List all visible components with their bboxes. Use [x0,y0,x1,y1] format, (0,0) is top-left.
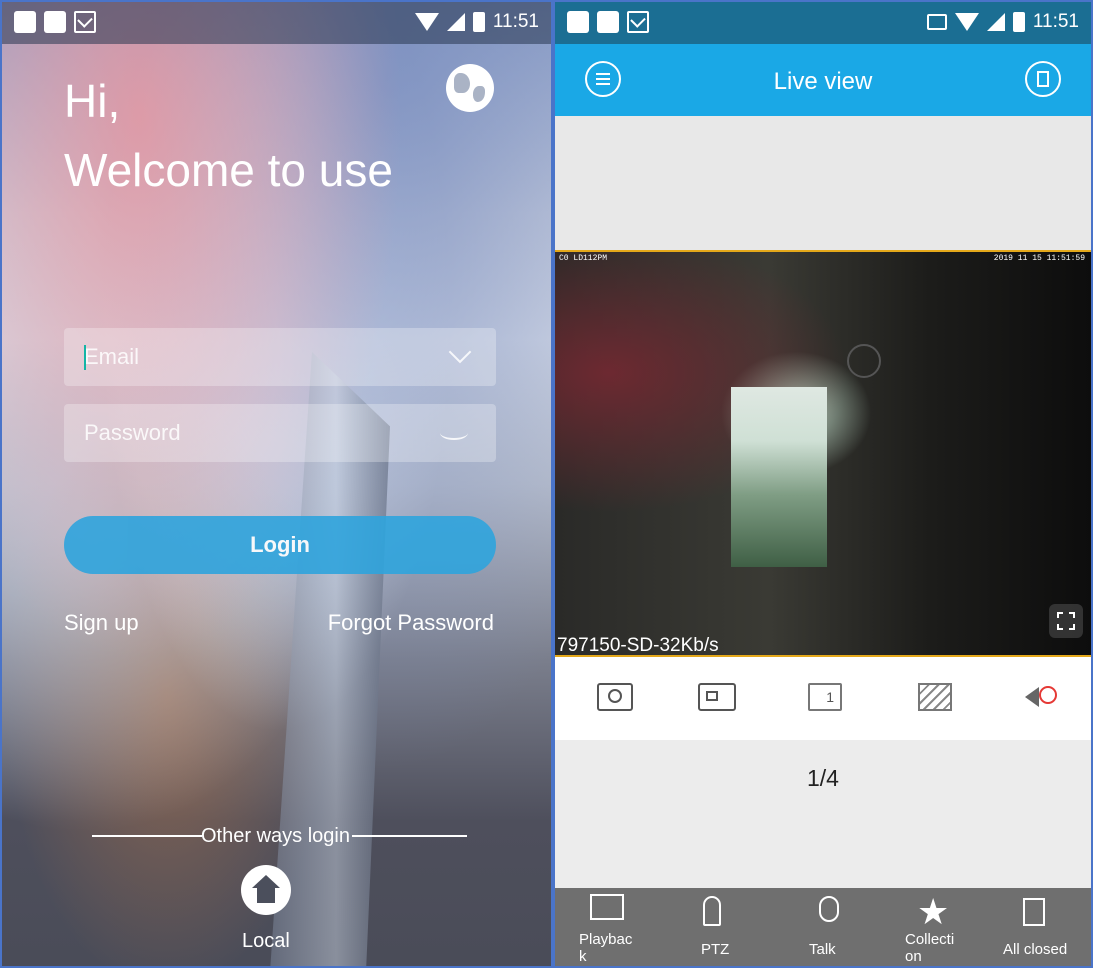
cast-icon [926,14,947,30]
wifi-icon [414,13,439,31]
text-cursor [84,345,86,370]
star-icon: ★ [917,891,950,932]
notification-icons [567,11,649,33]
record-icon[interactable] [698,683,736,711]
system-icons: 11:51 [414,11,539,33]
close-all-icon [1023,898,1045,926]
battery-icon [1012,12,1025,32]
nav-all-closed[interactable]: All closed [993,888,1091,966]
split-screen-icon[interactable]: 1 [808,683,842,711]
split-number: 1 [826,689,834,705]
nav-ptz-label: PTZ [701,941,730,958]
empty-area [555,116,1091,250]
channel-area [555,740,1091,888]
window-in-feed [731,387,827,567]
home-icon[interactable] [241,865,291,915]
notification-square-icon [597,11,619,33]
device-list-icon[interactable] [1025,61,1061,97]
list-box [1037,71,1049,87]
quality-icon[interactable] [918,683,952,711]
login-button[interactable]: Login [64,516,496,574]
notification-icons [14,11,96,33]
greeting-text: Hi, [64,75,121,127]
email-field[interactable] [64,328,496,386]
nav-ptz[interactable]: PTZ [665,888,765,966]
wall-clock-in-feed [847,344,881,378]
globe-icon[interactable] [446,64,494,112]
notification-square-icon [14,11,36,33]
system-icons: 11:51 [926,11,1079,33]
mail-icon [627,11,649,33]
app-bar: Live view [555,44,1091,116]
forgot-password-link[interactable]: Forgot Password [328,610,494,636]
nav-playback-label: Playbac k [579,931,633,965]
signal-icon [446,13,465,31]
status-bar: 11:51 [2,2,551,44]
snapshot-icon[interactable] [597,683,633,711]
page-indicator: 1/4 [807,765,839,791]
password-field[interactable] [64,404,496,462]
status-bar: 11:51 [555,2,1091,44]
fullscreen-icon[interactable] [1049,604,1083,638]
page-title: Live view [773,68,873,95]
live-toolbar: 1 [555,657,1091,740]
nav-playback[interactable]: Playbac k [555,888,655,966]
password-input[interactable] [84,404,414,462]
mail-icon [74,11,96,33]
ptz-icon [703,896,721,926]
live-view-screen: 11:51 Live view C0 LD112PM 2019 11 15 11… [553,0,1093,968]
login-screen: 11:51 Hi, Welcome to use Login Sign up F… [0,0,553,968]
other-ways-label: Other ways login [201,825,350,847]
stream-info: 797150-SD-32Kb/s [557,635,719,656]
nav-all-closed-label: All closed [1003,941,1068,958]
local-login-label[interactable]: Local [242,930,290,953]
welcome-text: Welcome to use [64,144,393,196]
battery-icon [472,12,485,32]
notification-square-icon [567,11,589,33]
caret-down-icon[interactable] [448,340,472,364]
nav-talk-label: Talk [809,941,836,958]
talk-icon [819,896,839,922]
osd-channel: C0 LD112PM [559,254,608,263]
sign-up-link[interactable]: Sign up [64,610,139,636]
eye-closed-icon[interactable] [440,426,468,440]
notification-square-icon [44,11,66,33]
wifi-icon [954,13,979,31]
signal-icon [986,13,1005,31]
divider-right [352,835,467,837]
mute-icon[interactable] [1025,683,1061,711]
status-time: 11:51 [1032,11,1079,32]
bottom-nav: Playbac k PTZ Talk Collecti on ★ All clo… [555,888,1091,966]
video-player[interactable]: C0 LD112PM 2019 11 15 11:51:59 797150-SD… [555,250,1091,657]
email-input[interactable] [84,328,414,386]
nav-collection-label: Collecti on [905,931,955,965]
nav-talk[interactable]: Talk [779,888,879,966]
divider-left [92,835,202,837]
playback-icon [590,894,624,920]
status-time: 11:51 [492,11,539,32]
osd-datetime: 2019 11 15 11:51:59 [993,254,1085,263]
